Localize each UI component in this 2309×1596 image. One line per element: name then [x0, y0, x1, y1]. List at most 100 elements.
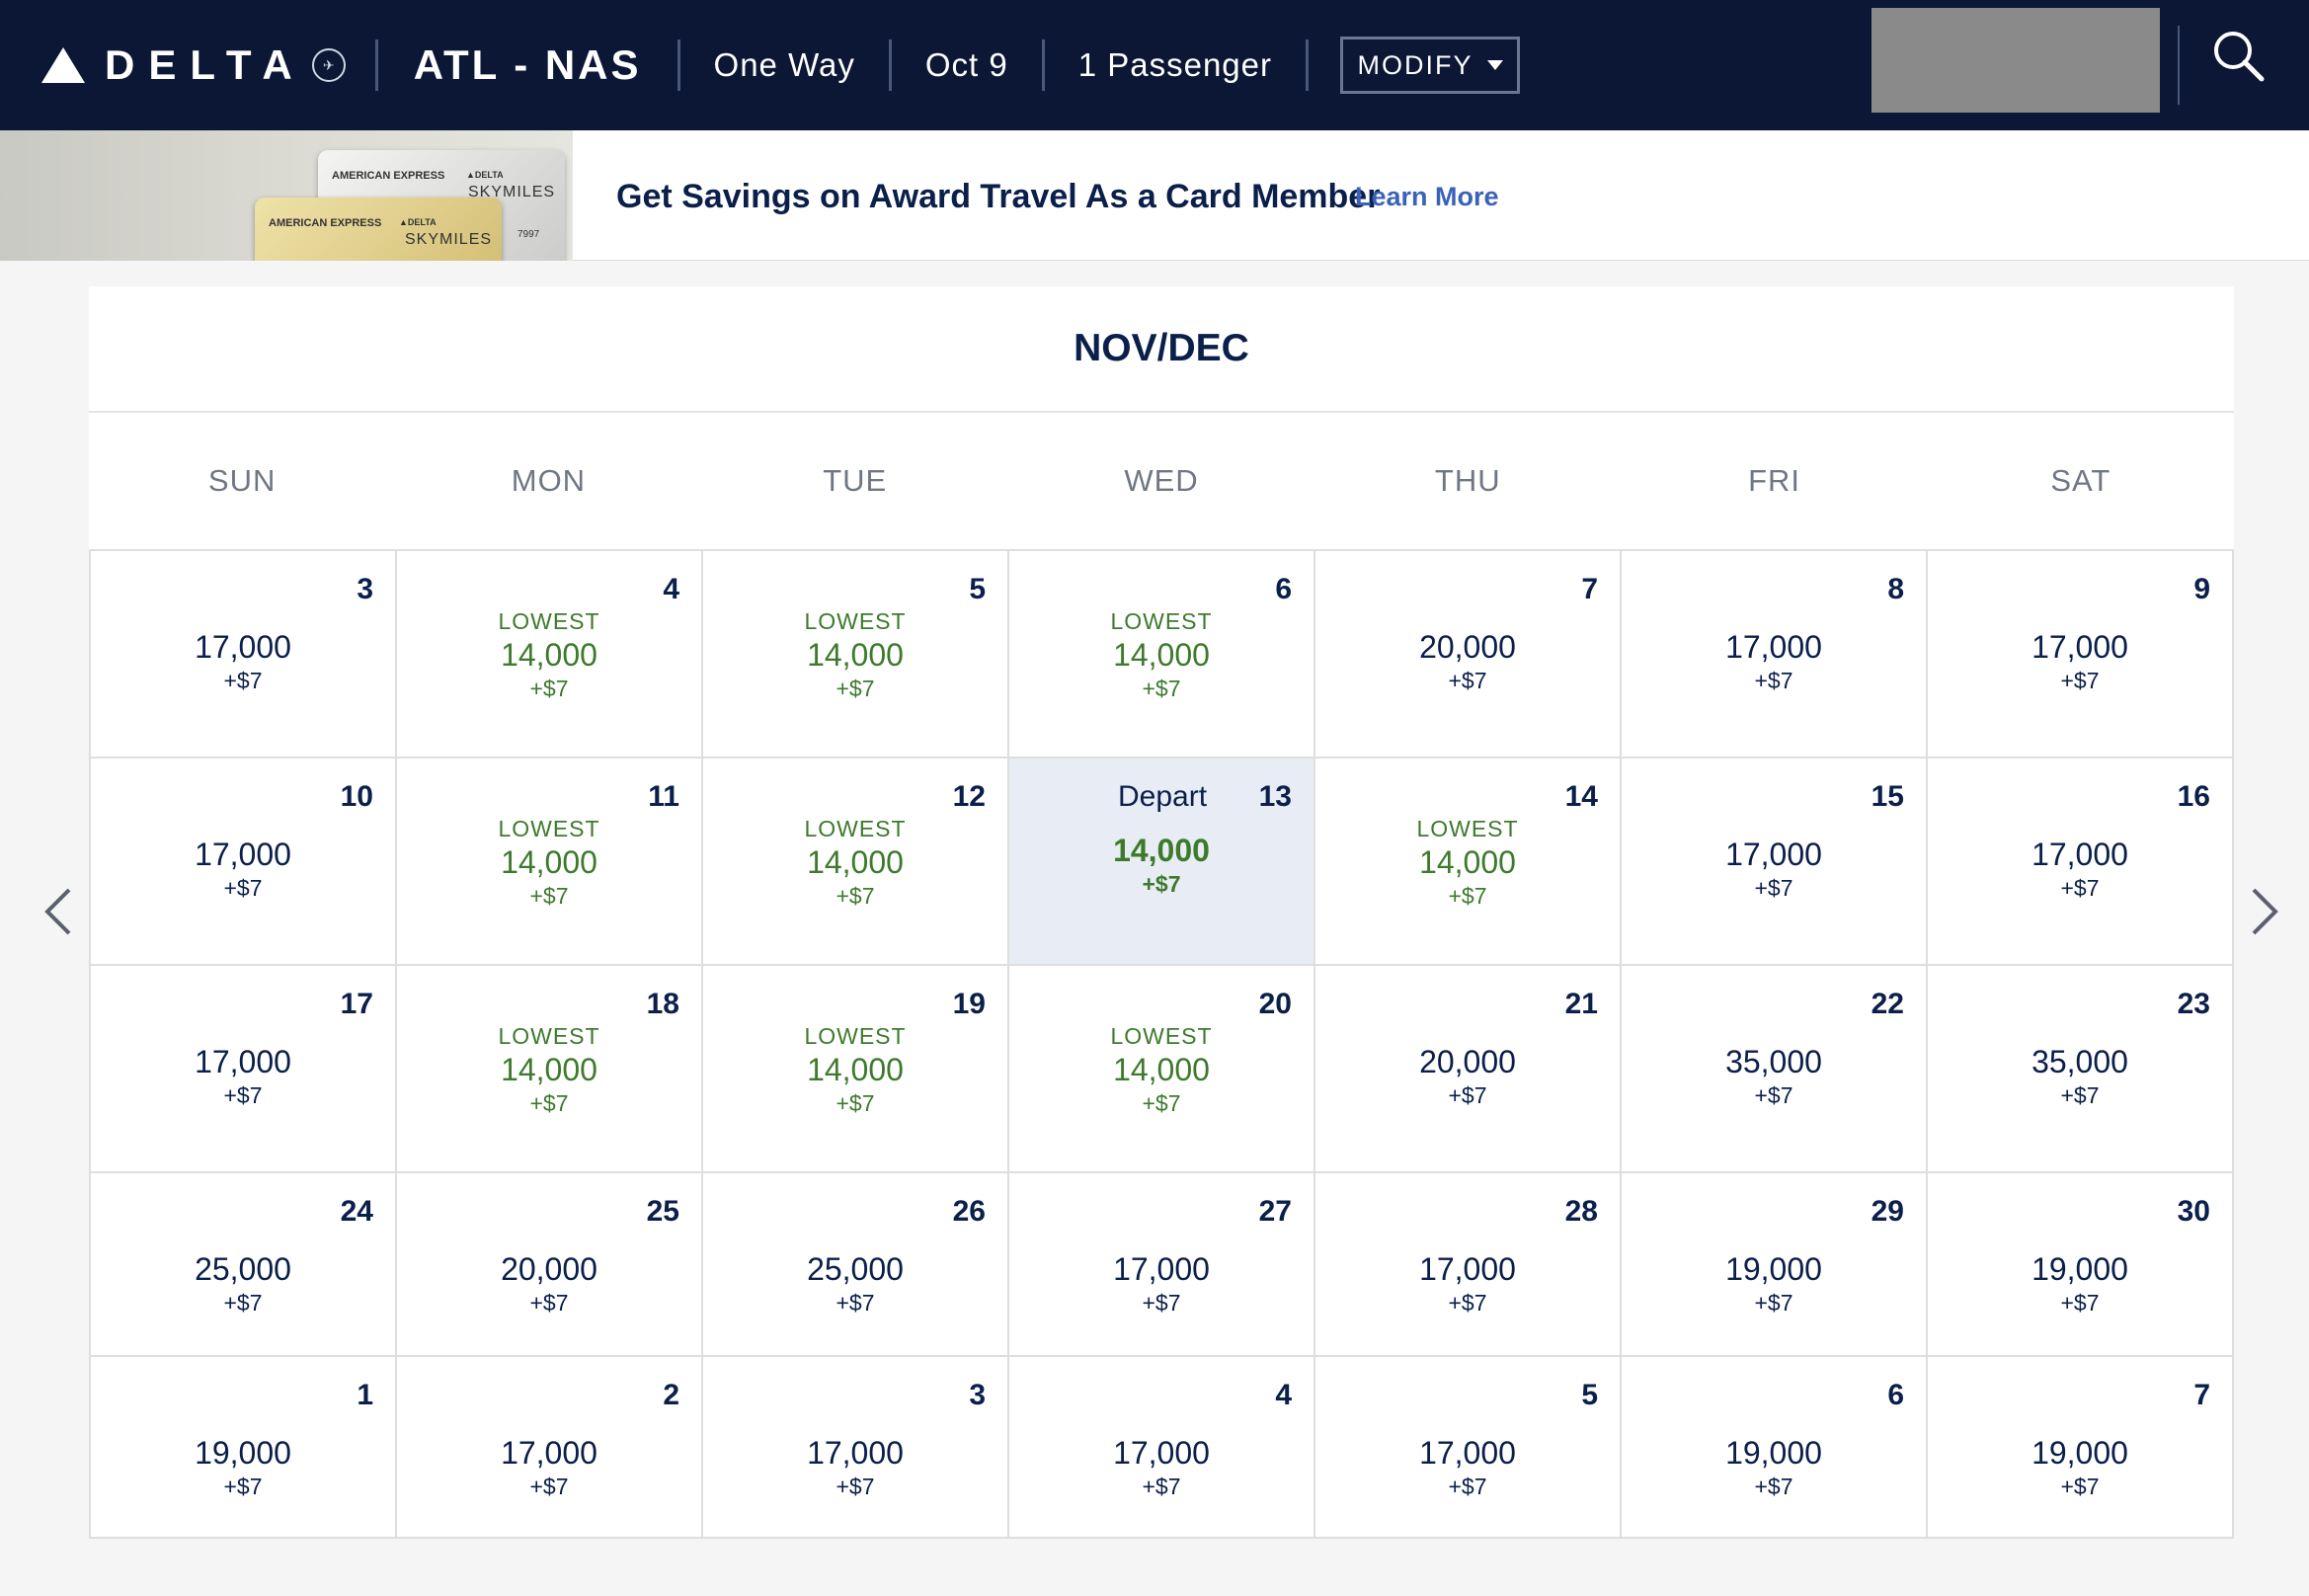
fare-info: 17,000 +$7	[91, 836, 395, 903]
delta-widget-icon	[41, 47, 85, 83]
lowest-badge: LOWEST	[804, 816, 907, 841]
calendar-day-cell[interactable]: 11 LOWEST 14,000 +$7	[397, 758, 703, 966]
gold-card-image: AMERICAN EXPRESS ▲DELTA SKYMILES	[255, 198, 502, 261]
calendar-day-cell[interactable]: 5 17,000 +$7	[1315, 1357, 1622, 1539]
day-number: 5	[969, 573, 986, 605]
promo-banner: AMERICAN EXPRESS ▲DELTA SKYMILES 7997 AM…	[0, 130, 2309, 261]
calendar-day-cell[interactable]: 19 LOWEST 14,000 +$7	[703, 966, 1009, 1173]
calendar-day-cell[interactable]: 3 17,000 +$7	[703, 1357, 1009, 1539]
miles-price: 25,000	[195, 1251, 291, 1287]
card-issuer-text: AMERICAN EXPRESS	[269, 217, 382, 229]
calendar-day-cell[interactable]: 1 19,000 +$7	[91, 1357, 397, 1539]
passengers-label: 1 Passenger	[1077, 46, 1273, 83]
chevron-left-icon[interactable]	[40, 882, 79, 941]
calendar-day-cell[interactable]: 2 17,000 +$7	[397, 1357, 703, 1539]
calendar-day-cell[interactable]: 23 35,000 +$7	[1928, 966, 2234, 1173]
miles-price: 17,000	[1725, 837, 1822, 872]
miles-price: 17,000	[2031, 837, 2128, 872]
calendar-day-cell[interactable]: 18 LOWEST 14,000 +$7	[397, 966, 703, 1173]
miles-price: 17,000	[1725, 629, 1822, 665]
miles-price: 14,000	[807, 637, 904, 673]
lowest-badge: LOWEST	[498, 816, 600, 841]
fare-info: 17,000 +$7	[1622, 628, 1926, 695]
calendar-day-cell[interactable]: 25 20,000 +$7	[397, 1173, 703, 1357]
fee-amount: +$7	[1142, 1090, 1181, 1116]
caret-down-icon	[1486, 60, 1503, 70]
card-number-text: 7997	[518, 229, 540, 240]
day-of-week-mon: MON	[511, 463, 587, 498]
fare-info: 25,000 +$7	[91, 1250, 395, 1317]
fare-info: 25,000 +$7	[703, 1250, 1007, 1317]
card-delta-text: ▲DELTA	[466, 170, 504, 180]
fee-amount: +$7	[1754, 875, 1793, 901]
header-divider	[888, 40, 892, 91]
chevron-right-icon[interactable]	[2244, 882, 2283, 941]
calendar-day-cell[interactable]: 14 LOWEST 14,000 +$7	[1315, 758, 1622, 966]
learn-more-link[interactable]: Learn More	[1355, 182, 1499, 212]
delta-logo[interactable]: DELTA ✈	[41, 36, 346, 95]
calendar-day-cell[interactable]: 24 25,000 +$7	[91, 1173, 397, 1357]
day-number: 4	[663, 573, 679, 605]
calendar-day-cell[interactable]: 16 17,000 +$7	[1928, 758, 2234, 966]
fare-info: 19,000 +$7	[1928, 1250, 2232, 1317]
fee-amount: +$7	[1448, 1290, 1487, 1316]
calendar-grid: 3 17,000 +$7 4 LOWEST 14,000 +$7 5 LOWEST 14,000 +…	[89, 549, 2234, 1539]
lowest-badge: LOWEST	[498, 608, 600, 634]
calendar-day-cell[interactable]: 6 LOWEST 14,000 +$7	[1009, 551, 1315, 758]
search-icon[interactable]	[2210, 28, 2266, 83]
day-of-week-header: SUN MON TUE WED THU FRI SAT	[89, 413, 2234, 549]
calendar-day-cell[interactable]: 30 19,000 +$7	[1928, 1173, 2234, 1357]
calendar-day-cell[interactable]: 7 19,000 +$7	[1928, 1357, 2234, 1539]
lowest-badge: LOWEST	[804, 1023, 907, 1049]
calendar-day-cell[interactable]: 5 LOWEST 14,000 +$7	[703, 551, 1009, 758]
fare-info: LOWEST 14,000 +$7	[397, 1021, 701, 1118]
redacted-profile-area[interactable]	[1871, 8, 2160, 113]
miles-price: 17,000	[1113, 1251, 1210, 1287]
calendar-day-cell[interactable]: 8 17,000 +$7	[1622, 551, 1928, 758]
day-number: 15	[1871, 780, 1904, 813]
fee-amount: +$7	[223, 668, 263, 693]
calendar-day-cell[interactable]: 6 19,000 +$7	[1622, 1357, 1928, 1539]
fare-info: 19,000 +$7	[91, 1434, 395, 1501]
calendar-day-cell[interactable]: 9 17,000 +$7	[1928, 551, 2234, 758]
calendar-day-cell[interactable]: 12 LOWEST 14,000 +$7	[703, 758, 1009, 966]
calendar-day-cell[interactable]: 10 17,000 +$7	[91, 758, 397, 966]
calendar-day-cell[interactable]: 15 17,000 +$7	[1622, 758, 1928, 966]
fare-info: 17,000 +$7	[703, 1434, 1007, 1501]
fare-info: 20,000 +$7	[1315, 628, 1620, 695]
day-number: 29	[1871, 1195, 1904, 1228]
day-number: 30	[2177, 1195, 2210, 1228]
calendar-day-cell[interactable]: 20 LOWEST 14,000 +$7	[1009, 966, 1315, 1173]
date-label: Oct 9	[924, 46, 1008, 83]
calendar-day-cell[interactable]: 17 17,000 +$7	[91, 966, 397, 1173]
calendar-day-cell[interactable]: 29 19,000 +$7	[1622, 1173, 1928, 1357]
fare-info: 14,000 +$7	[1009, 832, 1314, 899]
calendar-day-cell[interactable]: 7 20,000 +$7	[1315, 551, 1622, 758]
fee-amount: +$7	[529, 883, 569, 909]
calendar-day-cell[interactable]: 4 LOWEST 14,000 +$7	[397, 551, 703, 758]
calendar-day-cell[interactable]: 27 17,000 +$7	[1009, 1173, 1315, 1357]
calendar-day-cell[interactable]: 3 17,000 +$7	[91, 551, 397, 758]
miles-price: 19,000	[2031, 1251, 2128, 1287]
fare-info: 20,000 +$7	[1315, 1043, 1620, 1110]
card-delta-text: ▲DELTA	[399, 217, 437, 227]
fee-amount: +$7	[2060, 1474, 2100, 1499]
fare-info: 35,000 +$7	[1622, 1043, 1926, 1110]
calendar-day-cell[interactable]: 22 35,000 +$7	[1622, 966, 1928, 1173]
card-brand-text: SKYMILES	[405, 231, 493, 248]
lowest-badge: LOWEST	[1416, 816, 1519, 841]
fare-info: LOWEST 14,000 +$7	[1315, 814, 1620, 911]
modify-button[interactable]: MODIFY	[1340, 37, 1521, 94]
day-number: 7	[2193, 1379, 2210, 1411]
calendar-day-cell[interactable]: 21 20,000 +$7	[1315, 966, 1622, 1173]
day-number: 8	[1887, 573, 1904, 605]
lowest-badge: LOWEST	[498, 1023, 600, 1049]
day-number: 5	[1581, 1379, 1598, 1411]
calendar-day-cell[interactable]: 4 17,000 +$7	[1009, 1357, 1315, 1539]
calendar-day-cell[interactable]: 28 17,000 +$7	[1315, 1173, 1622, 1357]
day-number: 17	[340, 988, 373, 1020]
lowest-badge: LOWEST	[804, 608, 907, 634]
day-number: 16	[2177, 780, 2210, 813]
calendar-day-cell-selected[interactable]: 13 Depart 14,000 +$7	[1009, 758, 1315, 966]
calendar-day-cell[interactable]: 26 25,000 +$7	[703, 1173, 1009, 1357]
